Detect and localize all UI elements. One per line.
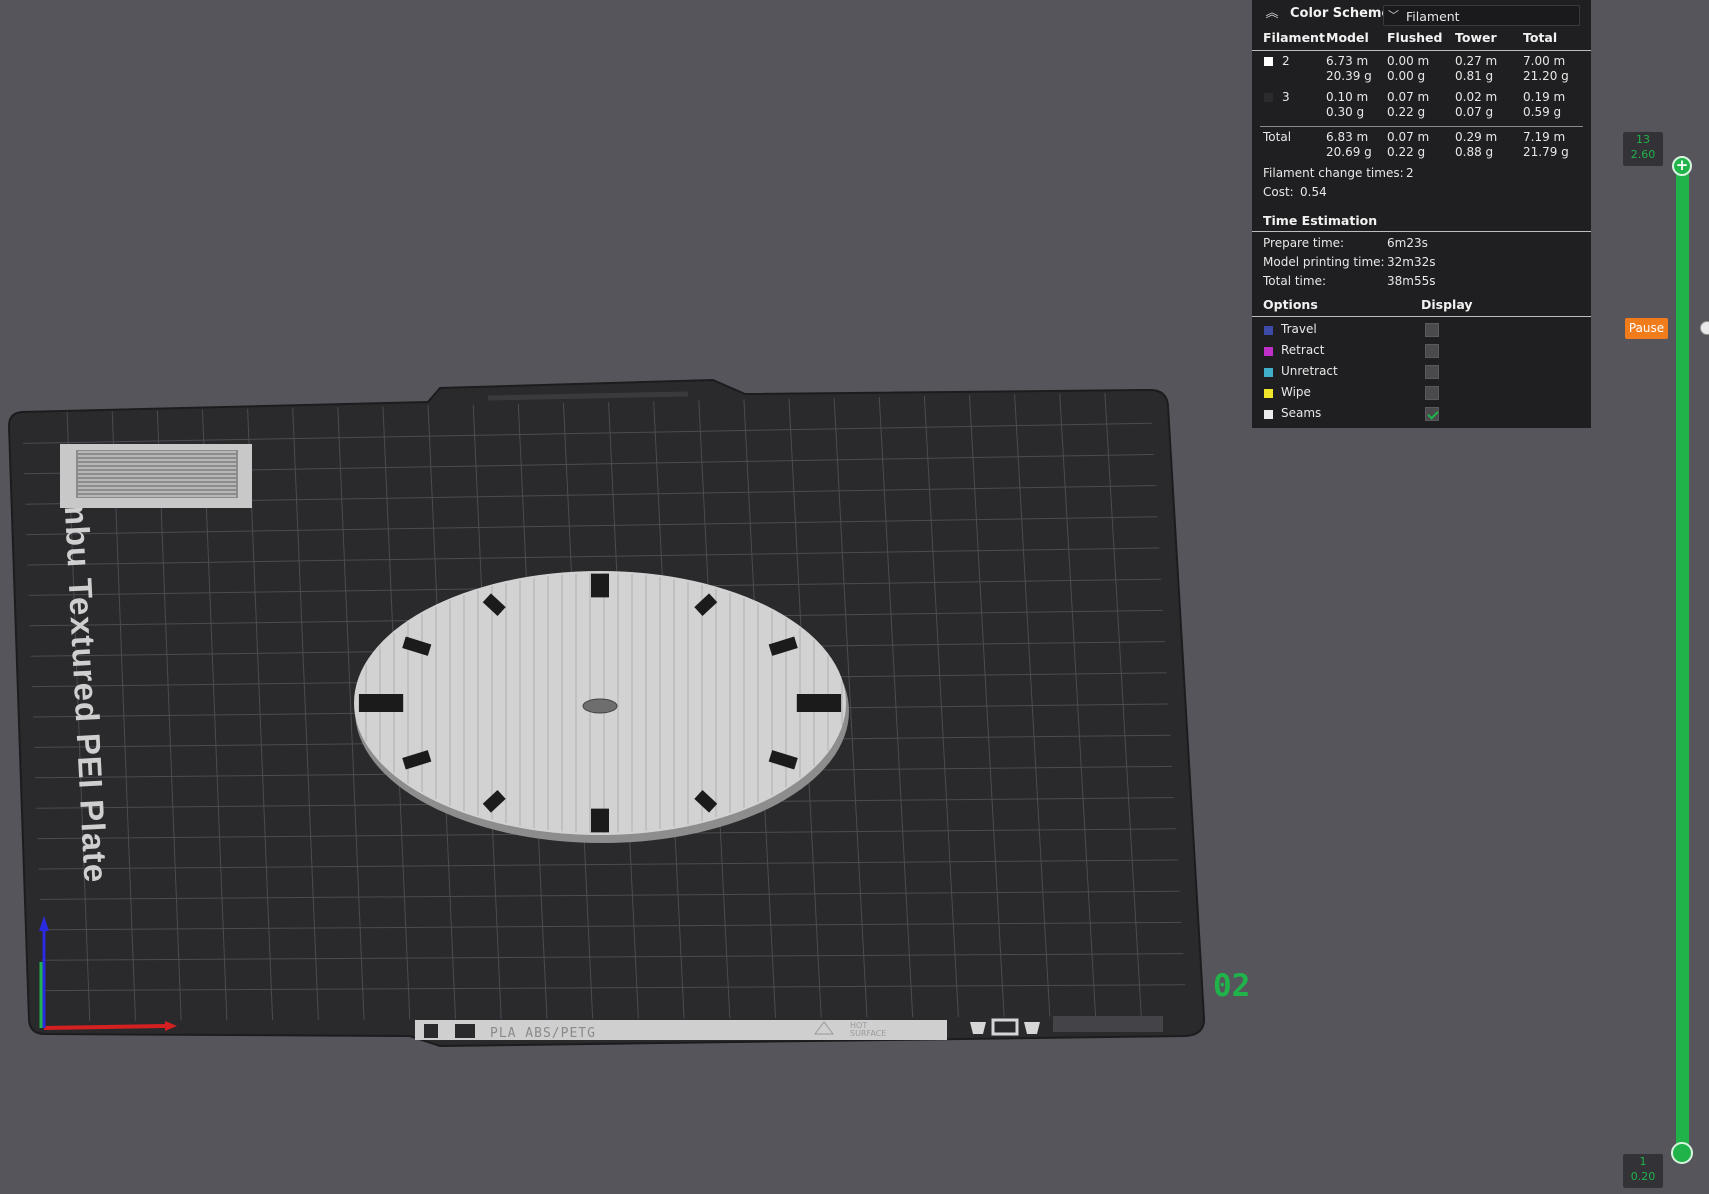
pause-button[interactable]: Pause (1625, 318, 1668, 339)
option-retract-label: Retract (1281, 343, 1325, 357)
legend-panel: ︽ Color Scheme Filament Model Flushed To… (1252, 0, 1591, 428)
divider (1252, 231, 1591, 232)
top-layer-readout: 13 2.60 (1623, 132, 1663, 166)
cell: 0.07 m (1387, 90, 1430, 104)
cell: 0.29 m (1455, 130, 1498, 144)
cell: 0.59 g (1523, 105, 1562, 119)
model-time-label: Model printing time: (1263, 255, 1385, 269)
time-estimation-title: Time Estimation (1263, 213, 1378, 228)
center-hole (582, 698, 618, 714)
cell: 21.79 g (1523, 145, 1569, 159)
divider (1252, 316, 1591, 317)
cost-value: 0.54 (1300, 185, 1327, 199)
option-wipe-swatch (1264, 389, 1273, 398)
option-travel-label: Travel (1281, 322, 1317, 336)
col-tower: Tower (1455, 30, 1497, 45)
color-scheme-label: Color Scheme (1290, 6, 1391, 21)
hour-tick (402, 750, 432, 770)
cell: 0.19 m (1523, 90, 1566, 104)
cell: 0.30 g (1326, 105, 1365, 119)
slider-bottom-handle[interactable] (1671, 1142, 1693, 1164)
bed-strip-surface: SURFACE (850, 1029, 886, 1038)
cell: 7.00 m (1523, 54, 1566, 68)
filament-id: 2 (1282, 54, 1290, 68)
change-times-label: Filament change times: (1263, 166, 1404, 180)
total-time-value: 38m55s (1387, 274, 1436, 288)
change-times-value: 2 (1406, 166, 1414, 180)
cell: 20.69 g (1326, 145, 1372, 159)
option-wipe-label: Wipe (1281, 385, 1311, 399)
slider-top-handle[interactable]: + (1672, 156, 1692, 176)
top-layer-height: 2.60 (1630, 148, 1656, 161)
cell: 0.07 m (1387, 130, 1430, 144)
total-label: Total (1263, 130, 1292, 144)
option-travel-checkbox[interactable] (1425, 323, 1439, 337)
color-scheme-dropdown[interactable]: ﹀ Filament (1383, 5, 1580, 26)
clock-face-model (354, 571, 849, 843)
option-seams-checkbox[interactable] (1425, 407, 1439, 421)
option-retract-checkbox[interactable] (1425, 344, 1439, 358)
cell: 0.27 m (1455, 54, 1498, 68)
option-retract-swatch (1264, 347, 1273, 356)
cell: 0.81 g (1455, 69, 1494, 83)
display-header: Display (1421, 297, 1473, 312)
cell: 21.20 g (1523, 69, 1569, 83)
hour-tick (768, 636, 798, 656)
divider (1260, 126, 1583, 127)
pause-marker-handle[interactable] (1700, 321, 1709, 335)
cell: 0.22 g (1387, 145, 1426, 159)
option-seams-label: Seams (1281, 406, 1322, 420)
option-seams-swatch (1264, 410, 1273, 419)
layer-slider-track[interactable] (1676, 160, 1689, 1156)
bottom-layer-number: 1 (1639, 1155, 1647, 1168)
cell: 0.07 g (1455, 105, 1494, 119)
option-unretract-checkbox[interactable] (1425, 365, 1439, 379)
plate-number: 02 (1213, 968, 1250, 1004)
option-travel-swatch (1264, 326, 1273, 335)
cost-label: Cost: (1263, 185, 1294, 199)
filament-id: 3 (1282, 90, 1290, 104)
cell: 0.88 g (1455, 145, 1494, 159)
prepare-time-label: Prepare time: (1263, 236, 1345, 250)
cell: 0.10 m (1326, 90, 1369, 104)
col-total: Total (1523, 30, 1558, 45)
prepare-time-value: 6m23s (1387, 236, 1428, 250)
hour-tick (402, 636, 432, 656)
wipe-tower (60, 444, 252, 508)
option-unretract-swatch (1264, 368, 1273, 377)
cell: 6.83 m (1326, 130, 1369, 144)
cell: 7.19 m (1523, 130, 1566, 144)
bed-strip-text: PLA ABS/PETG (490, 1026, 596, 1041)
bottom-layer-readout: 1 0.20 (1623, 1154, 1663, 1188)
cell: 0.00 g (1387, 69, 1426, 83)
option-unretract-label: Unretract (1281, 364, 1338, 378)
col-flushed: Flushed (1387, 30, 1443, 45)
divider (1252, 50, 1591, 51)
cell: 0.02 m (1455, 90, 1498, 104)
bottom-layer-height: 0.20 (1630, 1170, 1656, 1183)
options-header: Options (1263, 297, 1318, 312)
collapse-icon[interactable]: ︽ (1264, 6, 1280, 22)
cell: 0.22 g (1387, 105, 1426, 119)
col-model: Model (1326, 30, 1369, 45)
cell: 20.39 g (1326, 69, 1372, 83)
hour-tick (768, 750, 798, 770)
option-wipe-checkbox[interactable] (1425, 386, 1439, 400)
total-time-label: Total time: (1263, 274, 1326, 288)
chevron-down-icon: ﹀ (1388, 9, 1399, 22)
col-filament: Filament (1263, 30, 1325, 45)
cell: 6.73 m (1326, 54, 1369, 68)
filament-swatch (1264, 57, 1273, 66)
filament-swatch (1264, 93, 1273, 102)
model-time-value: 32m32s (1387, 255, 1436, 269)
top-layer-number: 13 (1636, 133, 1650, 146)
cell: 0.00 m (1387, 54, 1430, 68)
color-scheme-value: Filament (1406, 9, 1460, 24)
